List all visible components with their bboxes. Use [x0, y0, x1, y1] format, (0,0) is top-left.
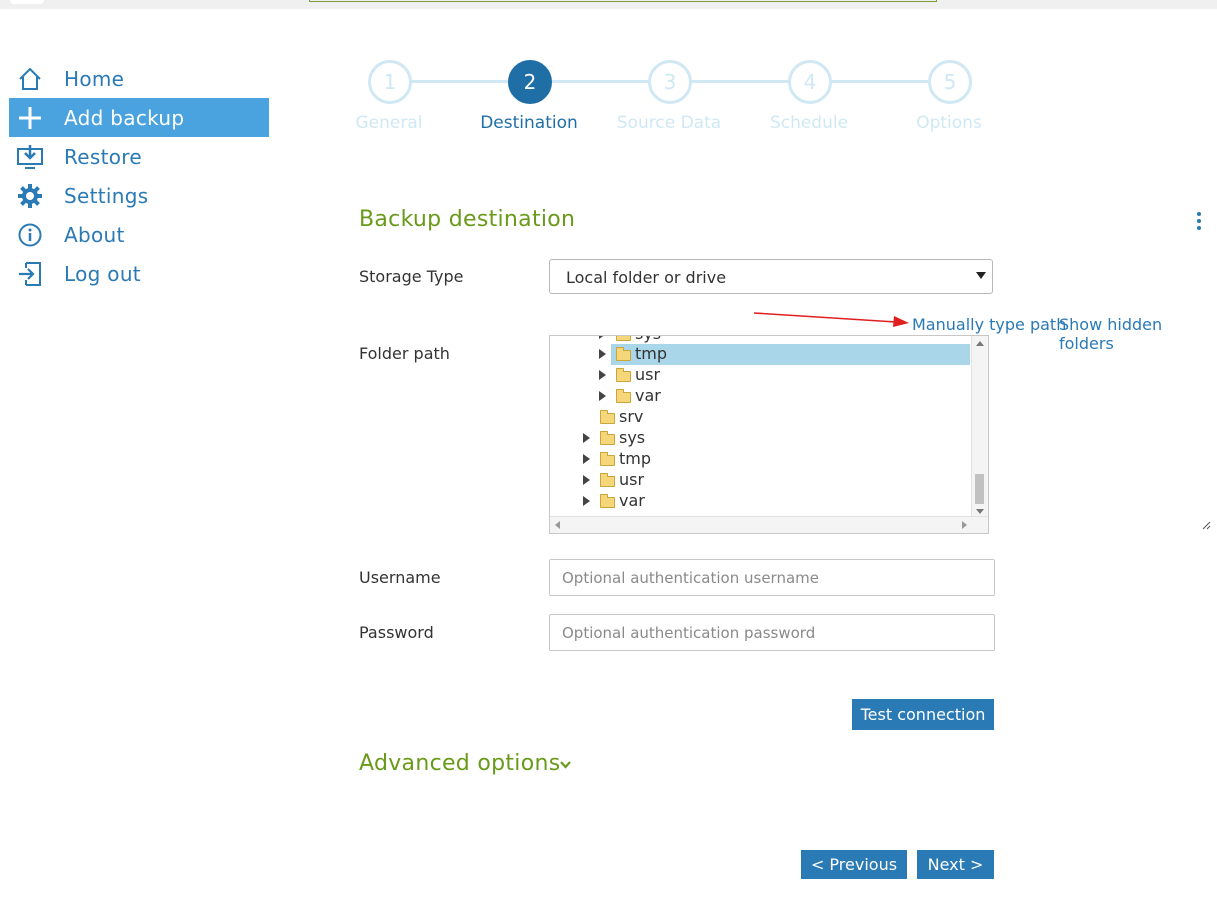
folder-icon [600, 452, 615, 466]
previous-button[interactable]: < Previous [801, 850, 907, 879]
step-connector [548, 80, 648, 83]
username-label: Username [359, 568, 441, 587]
expand-arrow-icon[interactable] [583, 496, 590, 506]
chevron-down-icon[interactable] [559, 760, 572, 770]
scroll-left-icon[interactable] [555, 521, 560, 529]
restore-icon [17, 145, 43, 169]
scroll-down-icon[interactable] [976, 509, 984, 514]
step-1-label[interactable]: General [319, 113, 459, 133]
step-1-circle[interactable]: 1 [368, 60, 412, 104]
sidebar-item-label: Add backup [64, 106, 185, 130]
step-3-label[interactable]: Source Data [599, 113, 739, 133]
storage-type-select[interactable]: Local folder or drive [549, 259, 993, 294]
step-4-circle[interactable]: 4 [788, 60, 832, 104]
expand-arrow-icon[interactable] [599, 370, 606, 380]
folder-icon [616, 389, 631, 403]
test-connection-button[interactable]: Test connection [852, 699, 994, 730]
show-hidden-folders-link[interactable]: Show hidden folders [1059, 315, 1217, 353]
next-button[interactable]: Next > [917, 850, 994, 879]
horizontal-scrollbar[interactable] [550, 516, 988, 533]
expand-arrow-icon[interactable] [583, 475, 590, 485]
resize-grip-icon[interactable] [1202, 521, 1211, 530]
tree-node-label: tmp [619, 449, 652, 468]
red-arrow-annotation [753, 312, 909, 327]
sidebar-item-label: Log out [64, 262, 141, 286]
tree-node-label: var [635, 386, 661, 405]
sidebar-item-label: Home [64, 67, 125, 91]
step-5-label[interactable]: Options [879, 113, 1019, 133]
expand-arrow-icon[interactable] [583, 454, 590, 464]
logo [10, 0, 44, 4]
sidebar-item-settings[interactable]: Settings [9, 176, 269, 215]
folder-icon [616, 368, 631, 382]
step-3-circle[interactable]: 3 [648, 60, 692, 104]
tree-node[interactable]: sys [550, 428, 970, 449]
sidebar-item-label: Settings [64, 184, 149, 208]
gear-icon [18, 184, 42, 208]
step-2-label[interactable]: Destination [459, 113, 599, 133]
step-2-circle[interactable]: 2 [508, 60, 552, 104]
expand-arrow-icon[interactable] [599, 391, 606, 401]
top-bar [0, 0, 1217, 9]
folder-icon [600, 473, 615, 487]
expand-arrow-icon[interactable] [599, 349, 606, 359]
tree-node-label: tmp [635, 344, 668, 363]
tree-node-selected[interactable]: tmp [550, 344, 970, 365]
vertical-scrollbar[interactable] [971, 336, 988, 519]
expand-arrow-icon[interactable] [583, 433, 590, 443]
tree-node-label: sys [619, 428, 646, 447]
info-icon [18, 223, 42, 247]
folder-icon [600, 431, 615, 445]
folder-icon [616, 336, 631, 341]
chevron-down-icon [976, 272, 986, 279]
step-connector [688, 80, 788, 83]
password-input[interactable] [549, 614, 995, 651]
storage-type-label: Storage Type [359, 267, 464, 286]
expand-arrow-icon[interactable] [599, 336, 606, 339]
more-options-icon[interactable] [1193, 212, 1205, 234]
password-label: Password [359, 623, 434, 642]
plus-icon [19, 107, 41, 129]
sidebar-item-restore[interactable]: Restore [9, 137, 269, 176]
manually-type-path-link[interactable]: Manually type path [912, 315, 1066, 334]
sidebar: Home Add backup Restore Settings About L… [9, 59, 269, 293]
tree-node-label: sys [635, 336, 661, 343]
step-connector [828, 80, 928, 83]
sidebar-item-about[interactable]: About [9, 215, 269, 254]
folder-tree[interactable]: sys tmp usr var srv sys tmp usr var [549, 335, 989, 534]
page-title: Backup destination [359, 207, 576, 232]
scrollbar-thumb[interactable] [975, 474, 984, 504]
tree-node[interactable]: tmp [550, 449, 970, 470]
folder-icon [600, 494, 615, 508]
tree-node-label: usr [619, 470, 645, 489]
tree-node[interactable]: usr [550, 365, 970, 386]
home-icon [19, 67, 41, 90]
scroll-right-icon[interactable] [962, 521, 967, 529]
step-4-label[interactable]: Schedule [739, 113, 879, 133]
tree-node[interactable]: var [550, 491, 970, 512]
tree-node[interactable]: usr [550, 470, 970, 491]
sidebar-item-home[interactable]: Home [9, 59, 269, 98]
tree-node-label: usr [635, 365, 661, 384]
sidebar-item-label: Restore [64, 145, 142, 169]
folder-icon [616, 347, 631, 361]
tree-node[interactable]: srv [550, 407, 970, 428]
sidebar-item-label: About [64, 223, 125, 247]
sidebar-item-add-backup[interactable]: Add backup [9, 98, 269, 137]
tree-node-label: var [619, 491, 645, 510]
sidebar-item-log-out[interactable]: Log out [9, 254, 269, 293]
step-5-circle[interactable]: 5 [928, 60, 972, 104]
username-input[interactable] [549, 559, 995, 596]
tree-node-label: srv [619, 407, 644, 426]
step-connector [408, 80, 508, 83]
logout-icon [19, 262, 41, 286]
advanced-options-toggle[interactable]: Advanced options [359, 751, 561, 776]
storage-type-value: Local folder or drive [566, 268, 727, 287]
scroll-up-icon[interactable] [976, 341, 984, 346]
wizard-steps: 1 2 3 4 5 General Destination Source Dat… [350, 59, 1010, 149]
folder-icon [600, 410, 615, 424]
tree-node[interactable]: var [550, 386, 970, 407]
folder-path-label: Folder path [359, 344, 450, 363]
search-bar-edge[interactable] [309, 0, 937, 2]
